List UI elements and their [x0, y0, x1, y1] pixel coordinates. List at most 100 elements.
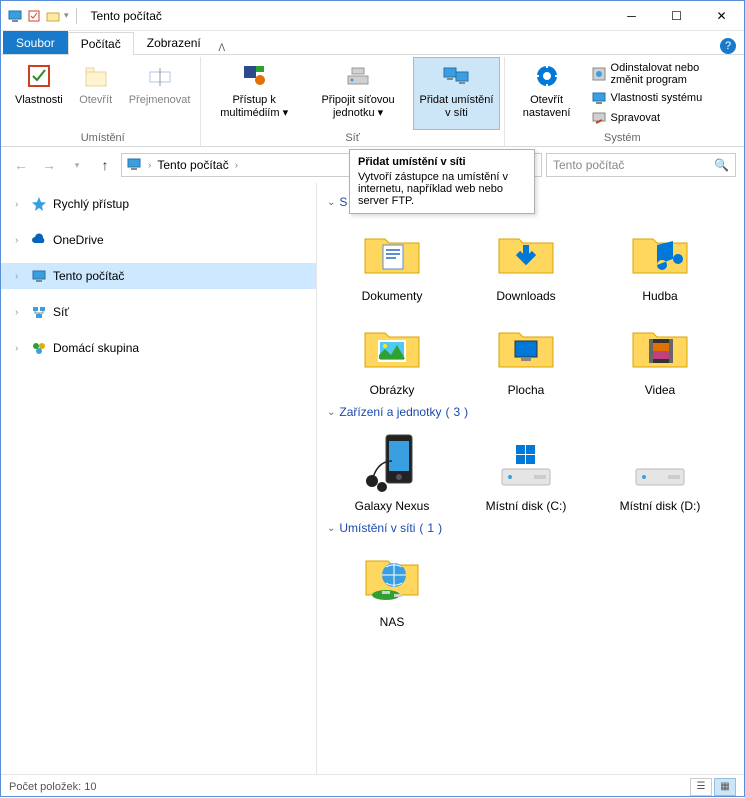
history-dropdown[interactable]: ▾: [65, 153, 89, 177]
status-count: Počet položek: 10: [9, 781, 96, 793]
netloc-items: NAS: [327, 543, 734, 633]
group-label-location: Umístění: [81, 130, 125, 146]
group-devices-header[interactable]: ⌄Zařízení a jednotky (3): [327, 405, 734, 419]
item-label: Místní disk (C:): [486, 499, 567, 513]
cloud-icon: [31, 232, 47, 248]
downloads-icon: [494, 221, 558, 285]
properties-button[interactable]: Vlastnosti: [9, 57, 69, 130]
tree-network[interactable]: › Síť: [1, 299, 316, 325]
item-label: Dokumenty: [362, 289, 423, 303]
qat-newfolder-icon[interactable]: [45, 8, 61, 24]
search-icon: 🔍: [714, 158, 729, 172]
map-drive-icon: [342, 60, 374, 92]
folder-music[interactable]: Hudba: [595, 217, 725, 307]
folder-documents[interactable]: Dokumenty: [327, 217, 457, 307]
folder-pictures[interactable]: Obrázky: [327, 311, 457, 401]
disk-icon: [494, 431, 558, 495]
chevron-down-icon: ⌄: [327, 197, 335, 208]
open-label: Otevřít: [79, 94, 112, 107]
tree-quick-access[interactable]: › Rychlý přístup: [1, 191, 316, 217]
qat-properties-icon[interactable]: [26, 8, 42, 24]
open-settings-button[interactable]: Otevřít nastavení: [509, 57, 585, 130]
content-pane[interactable]: ⌄ S Dokumenty Downloads Hudba Obrázky Plo…: [317, 183, 744, 774]
tree-label: Rychlý přístup: [53, 197, 129, 211]
item-label: Videa: [645, 383, 675, 397]
minimize-button[interactable]: ─: [609, 1, 654, 30]
documents-icon: [360, 221, 424, 285]
chevron-right-icon[interactable]: ›: [15, 307, 25, 318]
uninstall-button[interactable]: Odinstalovat nebo změnit program: [587, 61, 736, 87]
group-label-system: Systém: [604, 130, 641, 146]
device-phone[interactable]: Galaxy Nexus: [327, 427, 457, 517]
nav-tree[interactable]: › Rychlý přístup ›OneDrive ›Tento počítač…: [1, 183, 317, 774]
chevron-right-icon[interactable]: ›: [15, 235, 25, 246]
tree-label: Síť: [53, 305, 69, 319]
back-button[interactable]: ←: [9, 153, 33, 177]
open-settings-label: Otevřít nastavení: [515, 94, 579, 120]
group-label: Umístění v síti: [339, 521, 415, 535]
map-drive-button[interactable]: Připojit síťovou jednotku ▾: [305, 57, 411, 130]
ribbon-collapse-icon[interactable]: ᐱ: [214, 43, 230, 54]
thispc-icon: [7, 8, 23, 24]
folder-downloads[interactable]: Downloads: [461, 217, 591, 307]
folders-items: Dokumenty Downloads Hudba Obrázky Plocha…: [327, 217, 734, 401]
tab-computer[interactable]: Počítač: [68, 32, 134, 55]
tab-view[interactable]: Zobrazení: [134, 31, 214, 54]
ribbon: Vlastnosti Otevřít Přejmenovat Umístění …: [1, 55, 744, 147]
tree-this-pc[interactable]: ›Tento počítač: [1, 263, 316, 289]
rename-icon: [144, 60, 176, 92]
add-network-location-button[interactable]: Přidat umístění v síti: [413, 57, 499, 130]
window-controls: ─ ☐ ✕: [609, 1, 744, 30]
window-title: Tento počítač: [91, 9, 162, 23]
network-icon: [31, 304, 47, 320]
system-properties-button[interactable]: Vlastnosti systému: [587, 89, 736, 107]
rename-label: Přejmenovat: [129, 94, 191, 107]
forward-button[interactable]: →: [37, 153, 61, 177]
group-netloc-header[interactable]: ⌄Umístění v síti (1): [327, 521, 734, 535]
titlebar: ▾ Tento počítač ─ ☐ ✕: [1, 1, 744, 31]
device-disk-c[interactable]: Místní disk (C:): [461, 427, 591, 517]
search-placeholder: Tento počítač: [553, 158, 624, 172]
item-label: Hudba: [642, 289, 677, 303]
open-button[interactable]: Otevřít: [71, 57, 121, 130]
item-label: Galaxy Nexus: [355, 499, 430, 513]
folder-videos[interactable]: Videa: [595, 311, 725, 401]
desktop-icon: [494, 315, 558, 379]
qat-dropdown-icon[interactable]: ▾: [64, 10, 69, 21]
rename-button[interactable]: Přejmenovat: [123, 57, 197, 130]
chevron-down-icon: ⌄: [327, 407, 335, 418]
chevron-right-icon[interactable]: ›: [15, 343, 25, 354]
view-large-button[interactable]: ▦: [714, 778, 736, 796]
maximize-button[interactable]: ☐: [654, 1, 699, 30]
close-button[interactable]: ✕: [699, 1, 744, 30]
media-access-button[interactable]: Přístup k multimédiím ▾: [205, 57, 302, 130]
folder-desktop[interactable]: Plocha: [461, 311, 591, 401]
ribbon-group-location: Vlastnosti Otevřít Přejmenovat Umístění: [5, 57, 201, 146]
tree-onedrive[interactable]: ›OneDrive: [1, 227, 316, 253]
ribbon-group-network: Přístup k multimédiím ▾ Připojit síťovou…: [201, 57, 504, 146]
body: › Rychlý přístup ›OneDrive ›Tento počítač…: [1, 183, 744, 774]
view-details-button[interactable]: ☰: [690, 778, 712, 796]
chevron-right-icon[interactable]: ›: [15, 199, 25, 210]
help-button[interactable]: ?: [720, 38, 736, 54]
netloc-nas[interactable]: NAS: [327, 543, 457, 633]
item-label: Downloads: [496, 289, 555, 303]
disk-icon: [628, 431, 692, 495]
up-button[interactable]: ↑: [93, 153, 117, 177]
chevron-right-icon[interactable]: ›: [15, 271, 25, 282]
thispc-icon: [31, 268, 47, 284]
tab-file[interactable]: Soubor: [3, 31, 68, 54]
device-disk-d[interactable]: Místní disk (D:): [595, 427, 725, 517]
uninstall-label: Odinstalovat nebo změnit program: [611, 62, 732, 86]
statusbar: Počet položek: 10 ☰ ▦: [1, 774, 744, 798]
tree-homegroup[interactable]: ›Domácí skupina: [1, 335, 316, 361]
add-location-icon: [440, 60, 472, 92]
properties-icon: [23, 60, 55, 92]
sysprops-label: Vlastnosti systému: [611, 92, 703, 104]
tooltip: Přidat umístění v síti Vytvoří zástupce …: [349, 149, 535, 214]
breadcrumb-sep: ›: [235, 160, 238, 171]
search-box[interactable]: Tento počítač 🔍: [546, 153, 736, 177]
group-folders-partial: S: [339, 195, 347, 209]
manage-button[interactable]: Spravovat: [587, 109, 736, 127]
breadcrumb[interactable]: Tento počítač: [157, 158, 228, 172]
